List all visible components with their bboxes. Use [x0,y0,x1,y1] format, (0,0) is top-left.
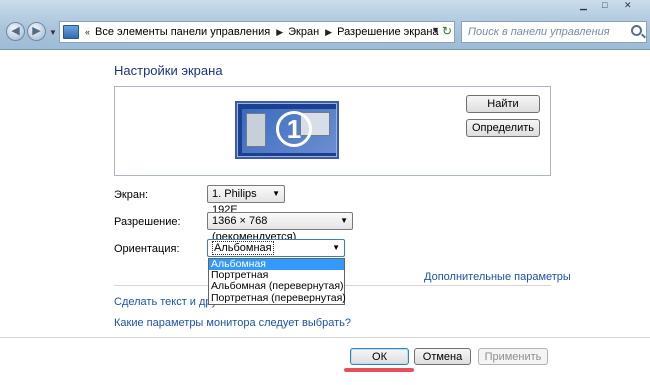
breadcrumb-overflow-icon[interactable]: « [85,27,90,37]
monitor-params-link[interactable]: Какие параметры монитора следует выбрать… [114,317,351,329]
chevron-down-icon: ▼ [340,216,348,225]
forward-button[interactable]: ▶ [27,22,46,41]
monitor-preview-panel: 1 Найти Определить [114,86,551,176]
orientation-value: Альбомная [212,241,274,255]
breadcrumb-all-items[interactable]: Все элементы панели управления [95,26,270,38]
footer-divider [0,337,650,338]
orientation-option[interactable]: Альбомная (перевернутая) [209,281,344,292]
control-panel-icon [63,25,79,39]
orientation-option[interactable]: Портретная (перевернутая) [209,292,346,304]
ok-highlight-underline [344,368,414,372]
ok-button[interactable]: ОК [350,348,409,365]
window-controls: ▁ □ ✕ [574,0,644,12]
orientation-select[interactable]: Альбомная ▼ [207,239,345,257]
resolution-label: Разрешение: [114,216,181,228]
breadcrumb-resolution[interactable]: Разрешение экрана [337,26,438,38]
search-placeholder: Поиск в панели управления [468,26,610,38]
apply-button[interactable]: Применить [478,348,548,365]
address-bar[interactable]: « Все элементы панели управления ▶ Экран… [59,21,455,43]
monitor-screen: 1 [242,109,336,153]
address-dropdown-icon[interactable]: ▼ [431,25,440,35]
chevron-down-icon: ▼ [272,189,280,198]
breadcrumb-separator-icon[interactable]: ▶ [325,27,332,38]
refresh-icon[interactable]: ↻ [442,24,452,38]
close-icon[interactable]: ✕ [624,0,632,11]
orientation-label: Ориентация: [114,243,180,255]
search-icon[interactable] [631,25,642,36]
resolution-select[interactable]: 1366 × 768 (рекомендуется) ▼ [207,212,353,243]
orientation-dropdown-list: Альбомная Портретная Альбомная (переверн… [208,258,346,305]
advanced-settings-link[interactable]: Дополнительные параметры [424,271,571,283]
back-button[interactable]: ◀ [6,22,25,41]
identify-button[interactable]: Определить [466,119,540,137]
minimize-icon[interactable]: ▁ [580,0,587,11]
window-thumbnail [246,113,266,147]
monitor-icon[interactable]: 1 [235,101,339,159]
breadcrumb-display[interactable]: Экран [288,26,319,38]
address-toolbar: ▁ □ ✕ ◀ ▶ ▼ « Все элементы панели управл… [0,0,650,50]
search-input[interactable]: Поиск в панели управления [461,21,647,43]
cancel-button[interactable]: Отмена [414,348,471,365]
detect-button[interactable]: Найти [466,95,540,113]
display-select[interactable]: 1. Philips 192E ▼ [207,185,285,216]
chevron-down-icon: ▼ [332,243,340,252]
display-label: Экран: [114,189,149,201]
history-dropdown-icon[interactable]: ▼ [49,28,57,37]
monitor-number: 1 [276,111,312,147]
breadcrumb-separator-icon[interactable]: ▶ [276,27,283,38]
page-title: Настройки экрана [114,63,223,78]
maximize-icon[interactable]: □ [602,0,607,10]
